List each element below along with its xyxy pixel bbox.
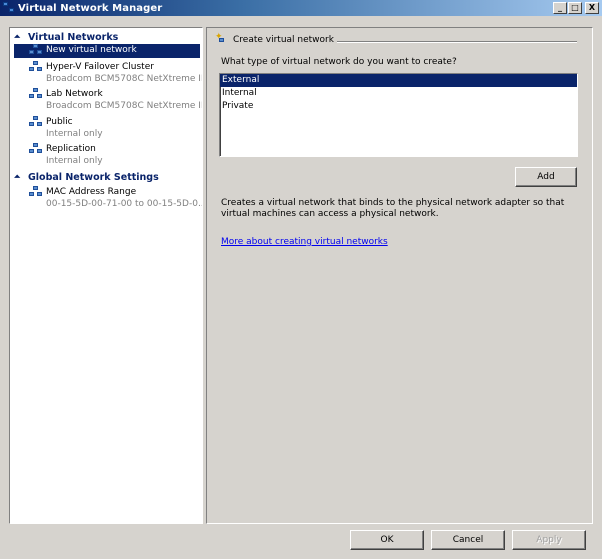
tree-item-label: Replication [46,144,96,154]
section-title: ✦ Create virtual network [215,32,334,45]
cancel-button[interactable]: Cancel [431,530,505,550]
collapse-icon[interactable]: ⏶ [14,32,28,42]
type-description: Creates a virtual network that binds to … [221,198,565,219]
tree-item-label: Lab Network [46,89,103,99]
collapse-icon[interactable]: ⏶ [14,172,28,182]
network-icon [29,61,42,72]
tree-item-label: MAC Address Range [46,187,137,197]
tree-item-new-virtual-network[interactable]: New virtual network [14,44,200,58]
tree-item-hyper-v-failover-cluster[interactable]: Hyper-V Failover Cluster Broadcom BCM570… [14,61,203,85]
tree-item-sublabel: Broadcom BCM5708C NetXtreme II... [46,74,203,84]
title-bar[interactable]: Virtual Network Manager _ □ X [0,0,602,16]
new-network-icon: ✦ [215,32,224,42]
close-button[interactable]: X [585,2,599,14]
tree-item-sublabel: Broadcom BCM5708C NetXtreme II... [46,101,203,111]
network-icon [29,143,42,154]
section-divider [337,41,577,43]
minimize-button[interactable]: _ [553,2,567,14]
network-icon [29,116,42,127]
network-icon [29,186,42,197]
type-question: What type of virtual network do you want… [221,57,457,67]
navigation-tree[interactable]: ⏶ Virtual Networks New virtual network H… [9,27,203,524]
virtual-network-icon [3,2,15,14]
global-network-settings-header[interactable]: ⏶ Global Network Settings [14,171,159,183]
tree-item-public[interactable]: Public Internal only [14,116,200,140]
ok-button[interactable]: OK [350,530,424,550]
network-icon [29,88,42,99]
tree-item-sublabel: 00-15-5D-00-71-00 to 00-15-5D-0... [46,199,203,209]
maximize-button[interactable]: □ [568,2,582,14]
type-option-external[interactable]: External [220,74,577,87]
tree-item-mac-address-range[interactable]: MAC Address Range 00-15-5D-00-71-00 to 0… [14,186,203,210]
network-type-list[interactable]: External Internal Private [219,73,578,157]
more-info-link[interactable]: More about creating virtual networks [221,237,388,247]
add-button[interactable]: Add [515,167,577,187]
tree-item-sublabel: Internal only [46,156,103,166]
tree-item-label: New virtual network [46,44,137,56]
tree-item-lab-network[interactable]: Lab Network Broadcom BCM5708C NetXtreme … [14,88,203,112]
details-panel: ✦ Create virtual network What type of vi… [206,27,593,524]
tree-item-label: Hyper-V Failover Cluster [46,62,154,72]
tree-item-label: Public [46,117,73,127]
tree-item-replication[interactable]: Replication Internal only [14,143,200,167]
virtual-networks-header[interactable]: ⏶ Virtual Networks [14,31,118,43]
apply-button[interactable]: Apply [512,530,586,550]
type-option-private[interactable]: Private [220,100,577,113]
type-option-internal[interactable]: Internal [220,87,577,100]
network-icon [29,44,42,55]
tree-item-sublabel: Internal only [46,129,103,139]
window-title: Virtual Network Manager [18,2,163,14]
